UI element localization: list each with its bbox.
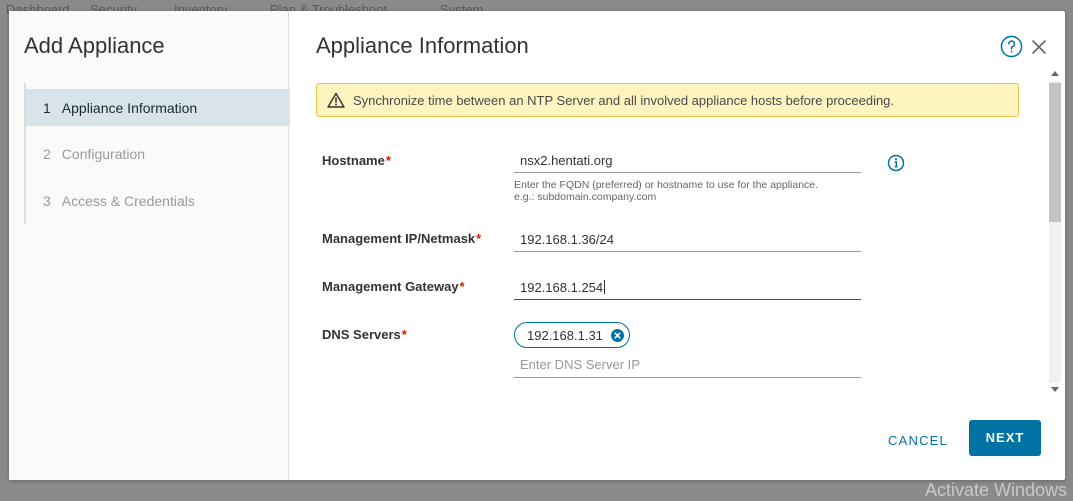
hostname-helper-line1: Enter the FQDN (preferred) or hostname t… xyxy=(514,179,819,191)
warning-triangle-icon xyxy=(327,92,345,108)
question-circle-icon[interactable] xyxy=(1000,35,1023,58)
step-appliance-information[interactable]: 1 Appliance Information xyxy=(26,89,290,126)
management-ip-label-text: Management IP/Netmask xyxy=(322,231,476,246)
cancel-button[interactable]: CANCEL xyxy=(882,431,954,451)
dns-servers-label: DNS Servers* xyxy=(322,327,407,342)
wizard-title: Add Appliance xyxy=(24,33,165,58)
management-gateway-label-text: Management Gateway xyxy=(322,279,459,294)
hostname-input[interactable]: nsx2.hentati.org xyxy=(514,149,861,173)
management-gateway-value: 192.168.1.254 xyxy=(520,280,604,295)
next-button[interactable]: NEXT xyxy=(969,420,1041,456)
page-title: Appliance Information xyxy=(316,33,529,58)
text-cursor xyxy=(604,280,606,294)
scroll-up-arrow-icon[interactable] xyxy=(1051,71,1059,76)
step-configuration[interactable]: 2 Configuration xyxy=(26,130,290,177)
dns-server-chip: 192.168.1.31 xyxy=(514,322,630,348)
close-icon[interactable] xyxy=(1031,39,1047,55)
ntp-warning-alert: Synchronize time between an NTP Server a… xyxy=(316,83,1019,117)
hostname-helper-line2: e.g.: subdomain.company.com xyxy=(514,191,657,203)
step-number: 2 xyxy=(43,145,51,162)
alert-text: Synchronize time between an NTP Server a… xyxy=(353,92,895,108)
activate-windows-watermark: Activate Windows xyxy=(924,480,1067,500)
step-number: 1 xyxy=(43,99,51,116)
hostname-helper-text: Enter the FQDN (preferred) or hostname t… xyxy=(514,179,874,203)
scroll-down-arrow-icon[interactable] xyxy=(1051,387,1059,392)
add-appliance-modal: Add Appliance 1 Appliance Information 2 … xyxy=(9,11,1065,480)
dns-server-input[interactable]: Enter DNS Server IP xyxy=(514,352,861,378)
step-number: 3 xyxy=(43,192,51,209)
hostname-label: Hostname* xyxy=(322,153,391,168)
required-asterisk: * xyxy=(476,231,482,246)
hostname-label-text: Hostname xyxy=(322,153,385,168)
management-gateway-label: Management Gateway* xyxy=(322,279,465,294)
chip-remove-icon[interactable] xyxy=(610,328,624,342)
dns-servers-label-text: DNS Servers xyxy=(322,327,401,342)
wizard-nav: Add Appliance 1 Appliance Information 2 … xyxy=(9,11,290,480)
required-asterisk: * xyxy=(401,327,407,342)
scroll-thumb[interactable] xyxy=(1049,83,1061,222)
step-label: Configuration xyxy=(61,145,146,162)
required-asterisk: * xyxy=(385,153,391,168)
required-asterisk: * xyxy=(459,279,465,294)
dns-server-chip-label: 192.168.1.31 xyxy=(527,327,603,343)
step-label: Access & Credentials xyxy=(61,192,195,209)
wizard-steps: 1 Appliance Information 2 Configuration … xyxy=(24,83,290,224)
content-scrollbar[interactable] xyxy=(1048,67,1062,397)
wizard-content: Appliance Information Synchronize time b… xyxy=(289,11,1065,480)
step-access-credentials[interactable]: 3 Access & Credentials xyxy=(26,177,290,224)
info-circle-icon[interactable] xyxy=(887,154,905,172)
management-ip-input[interactable]: 192.168.1.36/24 xyxy=(514,228,861,252)
step-label: Appliance Information xyxy=(61,99,198,116)
management-ip-label: Management IP/Netmask* xyxy=(322,231,481,246)
management-gateway-input[interactable]: 192.168.1.254 xyxy=(514,276,861,300)
